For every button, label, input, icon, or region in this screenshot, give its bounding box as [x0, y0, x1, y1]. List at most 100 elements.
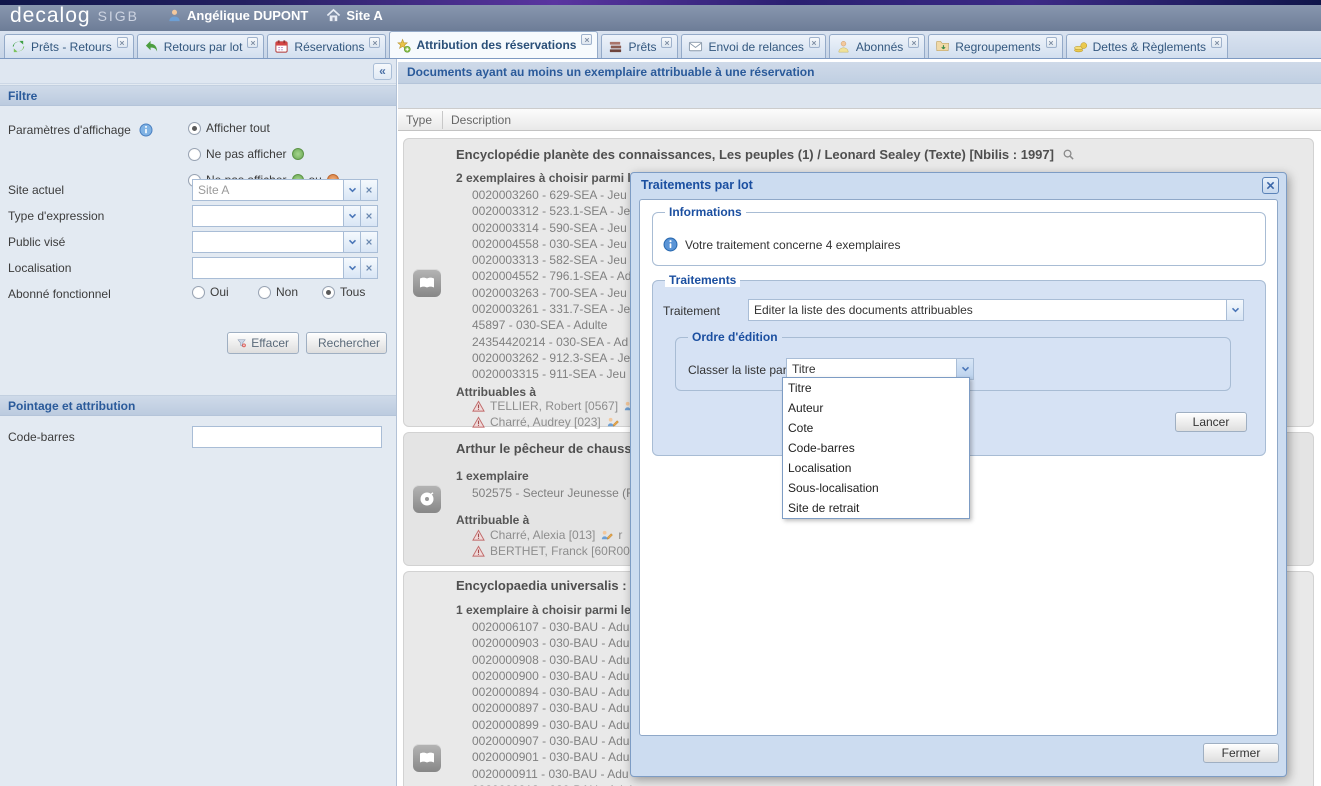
edit-holder-icon[interactable] — [600, 529, 613, 542]
chevron-down-icon[interactable] — [956, 359, 973, 379]
dropdown-option[interactable]: Sous-localisation — [783, 478, 969, 498]
chevron-down-icon[interactable] — [343, 180, 360, 200]
site-actuel-combobox[interactable]: Site A — [192, 179, 378, 201]
clear-field-icon[interactable] — [360, 258, 377, 278]
copy-line: 0020000894 - 030-BAU - Adu — [472, 684, 642, 700]
tab-prets[interactable]: Prêts — [601, 34, 678, 58]
tab-prets-retours[interactable]: Prêts - Retours — [4, 34, 134, 58]
holder-name: BERTHET, Franck [60R00 — [490, 544, 630, 558]
tab-label: Prêts — [628, 40, 656, 54]
localisation-combobox[interactable] — [192, 257, 378, 279]
holders-list: Charré, Alexia [013] r BERTHET, Franck [… — [472, 527, 635, 559]
copy-line: 0020003260 - 629-SEA - Jeu — [472, 187, 631, 203]
copy-line: 0020003312 - 523.1-SEA - Je — [472, 203, 631, 219]
holder-row[interactable]: TELLIER, Robert [0567] — [472, 398, 641, 414]
dropdown-option[interactable]: Localisation — [783, 458, 969, 478]
user-icon — [167, 8, 182, 23]
copy-line: 502575 - Secteur Jeunesse (R — [472, 485, 635, 501]
info-message: Votre traitement concerne 4 exemplaires — [685, 238, 900, 252]
holder-row[interactable]: Charré, Audrey [023] — [472, 414, 641, 430]
close-tab-icon[interactable] — [247, 37, 258, 48]
document-title: Arthur le pêcheur de chauss — [456, 441, 632, 456]
clear-field-icon[interactable] — [360, 232, 377, 252]
tab-label: Prêts - Retours — [31, 40, 112, 54]
traitement-label: Traitement — [663, 304, 720, 318]
tab-label: Envoi de relances — [708, 40, 803, 54]
close-tab-icon[interactable] — [661, 37, 672, 48]
chevron-down-icon[interactable] — [343, 232, 360, 252]
clear-field-icon[interactable] — [360, 206, 377, 226]
dialog-title: Traitements par lot — [641, 178, 753, 192]
code-barres-label: Code-barres — [8, 430, 75, 444]
chevron-down-icon[interactable] — [343, 206, 360, 226]
type-expression-combobox[interactable] — [192, 205, 378, 227]
current-site[interactable]: Site A — [326, 8, 382, 23]
tab-reservations[interactable]: Réservations — [267, 34, 386, 58]
traitements-legend: Traitements — [665, 273, 740, 287]
site-actuel-label: Site actuel — [8, 183, 64, 197]
radio-afficher-tout[interactable]: Afficher tout — [188, 121, 270, 135]
close-tab-icon[interactable] — [117, 37, 128, 48]
attributables-label: Attribuable à — [456, 513, 529, 527]
radio-icon — [192, 286, 205, 299]
close-tab-icon[interactable] — [908, 37, 919, 48]
fermer-button[interactable]: Fermer — [1203, 743, 1279, 763]
dropdown-option[interactable]: Auteur — [783, 398, 969, 418]
status-green-dot — [292, 148, 304, 160]
holder-name: Charré, Alexia [013] — [490, 528, 595, 542]
radio-icon — [322, 286, 335, 299]
code-barres-input[interactable] — [192, 426, 382, 448]
tab-regroupements[interactable]: Regroupements — [928, 34, 1062, 58]
public-vise-label: Public visé — [8, 235, 65, 249]
copy-line: 0020000907 - 030-BAU - Adu — [472, 733, 642, 749]
rechercher-button[interactable]: Rechercher — [306, 332, 387, 354]
reminders-envelope-icon — [688, 39, 703, 54]
collapse-panel-button[interactable]: « — [373, 63, 392, 80]
radio-tous[interactable]: Tous — [322, 285, 365, 299]
holder-row[interactable]: BERTHET, Franck [60R00 — [472, 543, 635, 559]
tab-attribution-des-reservations[interactable]: Attribution des réservations — [389, 31, 598, 58]
tab-retours-par-lot[interactable]: Retours par lot — [137, 34, 265, 58]
lancer-button[interactable]: Lancer — [1175, 412, 1247, 432]
radio-non[interactable]: Non — [258, 285, 298, 299]
column-type[interactable]: Type — [406, 113, 432, 127]
loans-returns-icon — [11, 39, 26, 54]
app-logo-suffix: SIGB — [98, 8, 139, 24]
copies-count: 2 exemplaires à choisir parmi l — [456, 171, 631, 185]
column-description[interactable]: Description — [451, 113, 511, 127]
public-vise-combobox[interactable] — [192, 231, 378, 253]
close-tab-icon[interactable] — [369, 37, 380, 48]
effacer-button[interactable]: Effacer — [227, 332, 299, 354]
chevron-down-icon[interactable] — [1226, 300, 1243, 320]
tab-dettes-reglements[interactable]: Dettes & Règlements — [1066, 34, 1228, 58]
warning-icon — [472, 529, 485, 542]
holder-row[interactable]: Charré, Alexia [013] r — [472, 527, 635, 543]
close-dialog-icon[interactable] — [1262, 177, 1279, 194]
tab-envoi-de-relances[interactable]: Envoi de relances — [681, 34, 825, 58]
results-column-headers: Type Description — [398, 108, 1321, 131]
abonne-fonctionnel-label: Abonné fonctionnel — [8, 287, 111, 301]
close-tab-icon[interactable] — [581, 34, 592, 45]
filter-section-header: Filtre — [0, 85, 396, 106]
chevron-down-icon[interactable] — [343, 258, 360, 278]
tab-abonnes[interactable]: Abonnés — [829, 34, 925, 58]
radio-oui[interactable]: Oui — [192, 285, 229, 299]
type-expression-label: Type d'expression — [8, 209, 104, 223]
edit-holder-icon[interactable] — [606, 416, 619, 429]
tab-label: Réservations — [294, 40, 364, 54]
magnifier-icon[interactable] — [1062, 148, 1075, 164]
dropdown-option[interactable]: Cote — [783, 418, 969, 438]
close-tab-icon[interactable] — [1211, 37, 1222, 48]
book-icon — [413, 744, 441, 772]
disc-icon — [413, 485, 441, 513]
dropdown-option[interactable]: Titre — [783, 378, 969, 398]
dropdown-option[interactable]: Site de retrait — [783, 498, 969, 518]
close-tab-icon[interactable] — [1046, 37, 1057, 48]
radio-ne-pas-afficher[interactable]: Ne pas afficher — [188, 147, 304, 161]
current-user[interactable]: Angélique DUPONT — [167, 8, 308, 23]
traitement-combobox[interactable]: Editer la liste des documents attribuabl… — [748, 299, 1244, 321]
clear-field-icon[interactable] — [360, 180, 377, 200]
info-icon — [663, 237, 678, 252]
dropdown-option[interactable]: Code-barres — [783, 438, 969, 458]
close-tab-icon[interactable] — [809, 37, 820, 48]
